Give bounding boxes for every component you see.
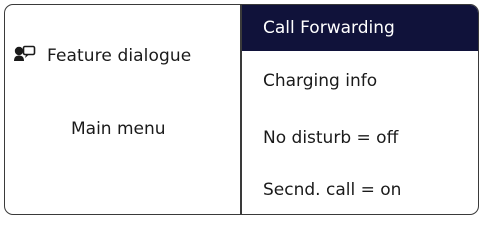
options-menu: Call Forwarding Charging info No disturb… bbox=[242, 5, 478, 214]
menu-item-label: No disturb = off bbox=[263, 128, 399, 148]
menu-item-label: Call Forwarding bbox=[263, 18, 395, 38]
menu-item-label: Secnd. call = on bbox=[263, 180, 402, 200]
menu-item-no-disturb[interactable]: No disturb = off bbox=[242, 115, 478, 161]
menu-item-call-forwarding[interactable]: Call Forwarding bbox=[242, 5, 478, 51]
context-pane: Feature dialogue Main menu bbox=[5, 5, 241, 214]
menu-item-label: Charging info bbox=[263, 71, 378, 91]
menu-item-second-call[interactable]: Secnd. call = on bbox=[242, 167, 478, 213]
speech-bubble-person-icon bbox=[13, 45, 36, 67]
feature-dialogue-row: Feature dialogue bbox=[13, 45, 191, 67]
menu-item-charging-info[interactable]: Charging info bbox=[242, 58, 478, 104]
main-menu-label: Main menu bbox=[71, 119, 166, 139]
feature-dialogue-label: Feature dialogue bbox=[47, 46, 192, 66]
phone-display-panel: Feature dialogue Main menu Call Forwardi… bbox=[4, 4, 479, 215]
